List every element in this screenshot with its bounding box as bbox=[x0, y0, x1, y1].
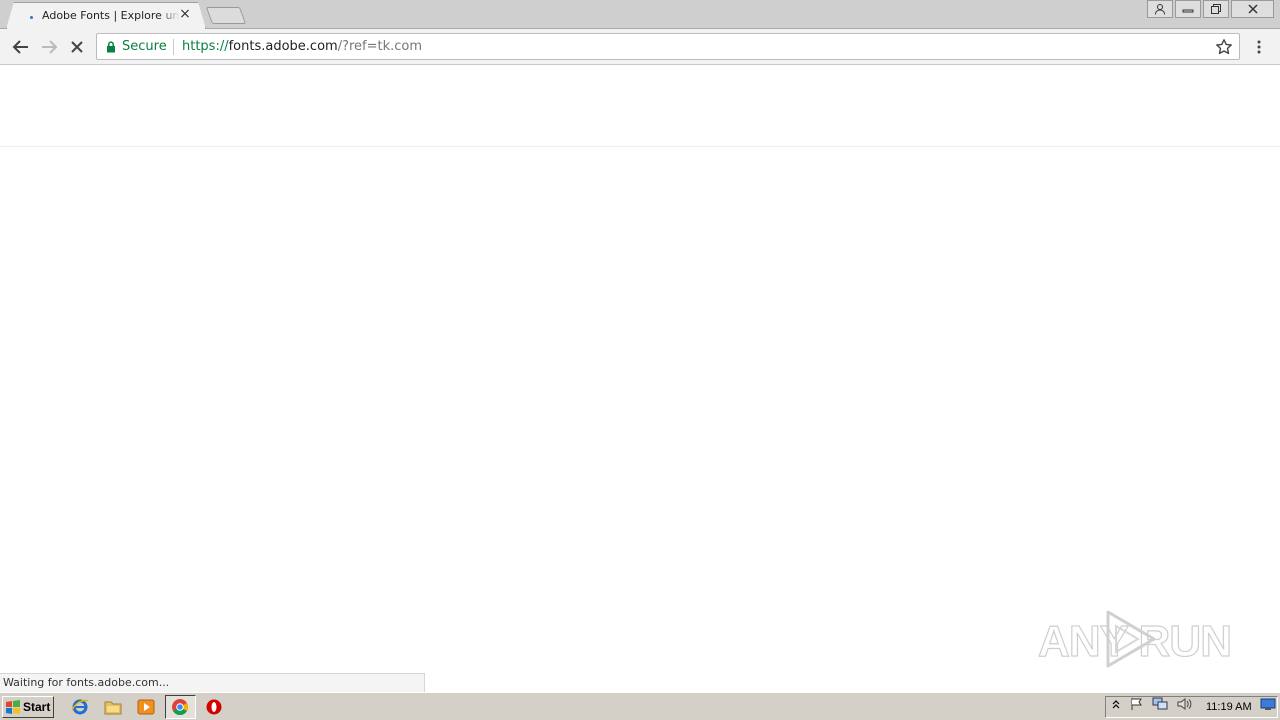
profile-button[interactable] bbox=[1147, 0, 1173, 18]
minimize-button[interactable] bbox=[1175, 0, 1201, 18]
internet-explorer-icon[interactable] bbox=[70, 697, 90, 717]
volume-icon[interactable] bbox=[1176, 696, 1192, 712]
opera-icon[interactable] bbox=[204, 697, 224, 717]
taskbar: Start 11:19 AM bbox=[0, 692, 1280, 720]
minimize-icon bbox=[1182, 9, 1194, 13]
url-query: /?ref=tk.com bbox=[337, 39, 423, 54]
user-icon bbox=[1155, 4, 1165, 15]
action-center-flag-icon[interactable] bbox=[1129, 696, 1145, 712]
watermark-text: ANY RUN bbox=[1038, 617, 1232, 666]
taskbar-clock[interactable]: 11:19 AM bbox=[1206, 701, 1252, 713]
restore-icon bbox=[1211, 4, 1221, 14]
browser-tab[interactable]: Adobe Fonts | Explore unlimited fonts bbox=[6, 2, 206, 29]
network-icon[interactable] bbox=[1152, 696, 1168, 712]
chrome-icon[interactable] bbox=[170, 697, 190, 717]
forward-button[interactable] bbox=[37, 35, 61, 59]
browser-toolbar: Secure https://fonts.adobe.com/?ref=tk.c… bbox=[0, 29, 1280, 65]
restore-button[interactable] bbox=[1203, 0, 1229, 18]
tray-expand-icon[interactable] bbox=[1108, 696, 1124, 712]
stop-loading-button[interactable] bbox=[65, 35, 89, 59]
start-label: Start bbox=[23, 700, 51, 714]
new-tab-button[interactable] bbox=[205, 7, 247, 24]
page-header-area bbox=[0, 66, 1280, 147]
url-host: fonts.adobe.com bbox=[228, 39, 338, 54]
page-viewport bbox=[0, 66, 1280, 691]
close-icon bbox=[1247, 4, 1258, 14]
show-desktop-icon[interactable] bbox=[1260, 696, 1276, 712]
file-explorer-icon[interactable] bbox=[103, 697, 123, 717]
tab-title: Adobe Fonts | Explore unlimited fonts bbox=[42, 9, 180, 22]
browser-menu-button[interactable] bbox=[1251, 35, 1267, 59]
forward-arrow-icon bbox=[42, 40, 58, 54]
anyrun-watermark: ANY RUN bbox=[1037, 610, 1233, 668]
bookmark-star-icon[interactable] bbox=[1215, 38, 1233, 56]
kebab-menu-icon bbox=[1257, 40, 1261, 54]
status-bubble: Waiting for fonts.adobe.com... bbox=[0, 673, 425, 692]
tab-strip: Adobe Fonts | Explore unlimited fonts × bbox=[0, 0, 1280, 29]
start-button[interactable]: Start bbox=[2, 696, 54, 718]
lock-icon bbox=[107, 41, 115, 53]
back-arrow-icon bbox=[12, 40, 28, 54]
windows-logo-icon bbox=[6, 700, 20, 714]
url-scheme: https:// bbox=[182, 39, 229, 54]
omnibox-separator bbox=[173, 39, 174, 55]
loading-throbber-icon bbox=[30, 16, 33, 19]
security-label[interactable]: Secure bbox=[122, 39, 167, 54]
back-button[interactable] bbox=[9, 35, 33, 59]
stop-x-icon bbox=[71, 41, 83, 53]
url-text[interactable]: https://fonts.adobe.com/?ref=tk.com bbox=[182, 39, 422, 54]
tab-close-icon[interactable]: × bbox=[177, 6, 193, 22]
window-controls bbox=[1145, 0, 1274, 18]
media-player-icon[interactable] bbox=[136, 697, 156, 717]
close-window-button[interactable] bbox=[1231, 0, 1274, 18]
address-bar[interactable]: Secure https://fonts.adobe.com/?ref=tk.c… bbox=[96, 33, 1240, 60]
